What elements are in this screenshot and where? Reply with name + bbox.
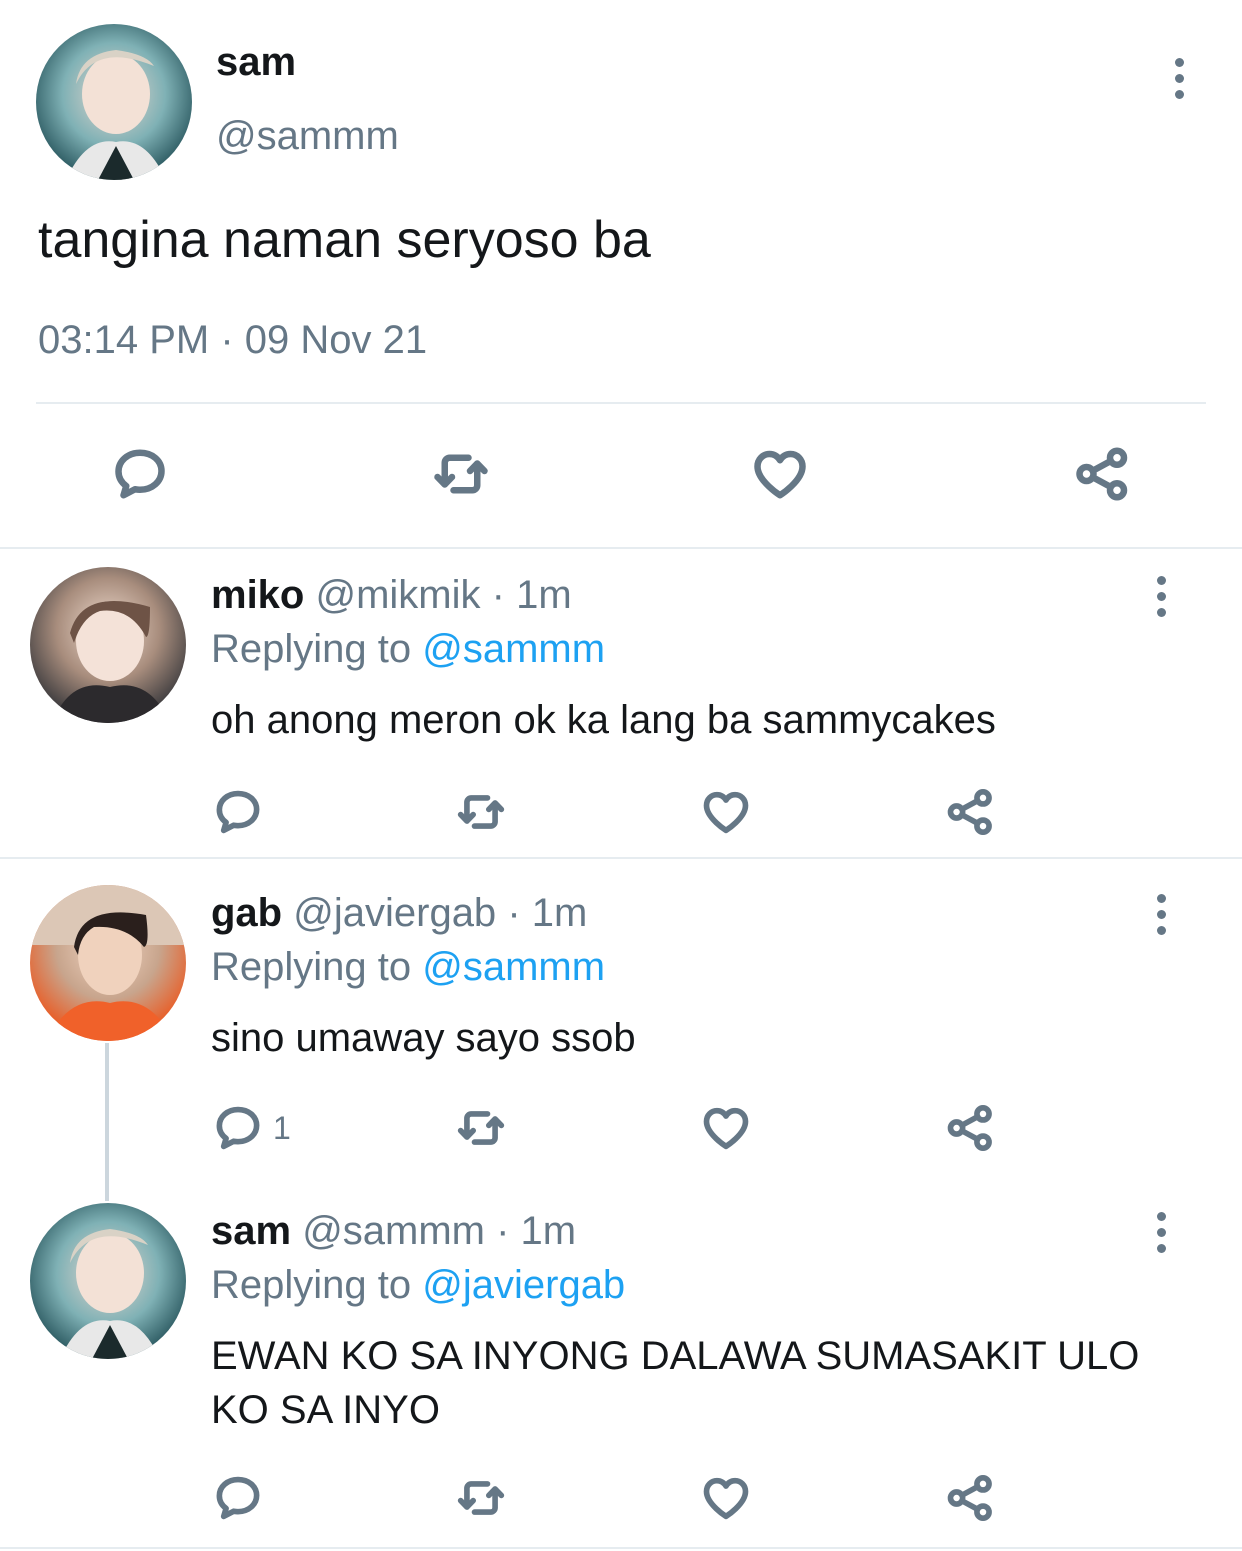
like-icon[interactable] bbox=[750, 444, 810, 504]
replying-to-link[interactable]: @javiergab bbox=[422, 1263, 625, 1307]
avatar[interactable] bbox=[36, 24, 192, 180]
reply-header: gab @javiergab · 1m bbox=[211, 891, 587, 936]
reply-text: oh anong meron ok ka lang ba sammycakes bbox=[211, 698, 996, 742]
retweet-icon[interactable] bbox=[452, 1102, 510, 1154]
reply-icon[interactable] bbox=[212, 1102, 264, 1154]
retweet-icon[interactable] bbox=[452, 786, 510, 838]
share-icon[interactable] bbox=[944, 786, 996, 838]
reply-header: miko @mikmik · 1m bbox=[211, 573, 572, 618]
more-options-icon[interactable] bbox=[1154, 894, 1168, 942]
tweet-text: tangina naman seryoso ba bbox=[38, 211, 651, 269]
reply-text: EWAN KO SA INYONG DALAWA SUMASAKIT ULO K… bbox=[211, 1334, 1140, 1432]
like-icon[interactable] bbox=[700, 1472, 752, 1524]
like-icon[interactable] bbox=[700, 786, 752, 838]
display-name[interactable]: sam bbox=[216, 40, 296, 85]
divider bbox=[36, 402, 1206, 404]
avatar[interactable] bbox=[30, 567, 186, 723]
avatar[interactable] bbox=[30, 1203, 186, 1359]
replying-to-link[interactable]: @sammm bbox=[422, 627, 605, 671]
reply-header: sam @sammm · 1m bbox=[211, 1209, 576, 1254]
reply-count: 1 bbox=[273, 1110, 291, 1146]
avatar[interactable] bbox=[30, 885, 186, 1041]
more-options-icon[interactable] bbox=[1154, 576, 1168, 624]
replying-to: Replying to @sammm bbox=[211, 945, 605, 990]
replying-label: Replying to bbox=[211, 945, 412, 989]
handle[interactable]: @javiergab bbox=[293, 891, 496, 935]
divider bbox=[0, 857, 1242, 859]
display-name[interactable]: miko bbox=[211, 573, 304, 617]
replying-to: Replying to @javiergab bbox=[211, 1263, 625, 1308]
display-name[interactable]: sam bbox=[211, 1209, 291, 1253]
reply-time: · 1m bbox=[507, 891, 588, 935]
reply-time: · 1m bbox=[491, 573, 572, 617]
handle[interactable]: @mikmik bbox=[315, 573, 480, 617]
share-icon[interactable] bbox=[944, 1472, 996, 1524]
more-options-icon[interactable] bbox=[1154, 1212, 1168, 1260]
divider bbox=[0, 547, 1242, 549]
divider bbox=[0, 1547, 1242, 1549]
thread-line bbox=[105, 1043, 109, 1201]
reply-icon[interactable] bbox=[212, 786, 264, 838]
replying-label: Replying to bbox=[211, 627, 412, 671]
share-icon[interactable] bbox=[1072, 444, 1132, 504]
retweet-icon[interactable] bbox=[452, 1472, 510, 1524]
retweet-icon[interactable] bbox=[428, 444, 494, 504]
reply-icon[interactable] bbox=[212, 1472, 264, 1524]
reply-icon[interactable] bbox=[110, 444, 170, 504]
more-options-icon[interactable] bbox=[1172, 58, 1186, 106]
reply-time: · 1m bbox=[496, 1209, 577, 1253]
reply-text: sino umaway sayo ssob bbox=[211, 1016, 636, 1060]
display-name[interactable]: gab bbox=[211, 891, 282, 935]
replying-label: Replying to bbox=[211, 1263, 412, 1307]
handle[interactable]: @sammm bbox=[302, 1209, 485, 1253]
share-icon[interactable] bbox=[944, 1102, 996, 1154]
handle[interactable]: @sammm bbox=[216, 114, 399, 159]
replying-to-link[interactable]: @sammm bbox=[422, 945, 605, 989]
replying-to: Replying to @sammm bbox=[211, 627, 605, 672]
tweet-timestamp[interactable]: 03:14 PM · 09 Nov 21 bbox=[38, 318, 427, 363]
like-icon[interactable] bbox=[700, 1102, 752, 1154]
